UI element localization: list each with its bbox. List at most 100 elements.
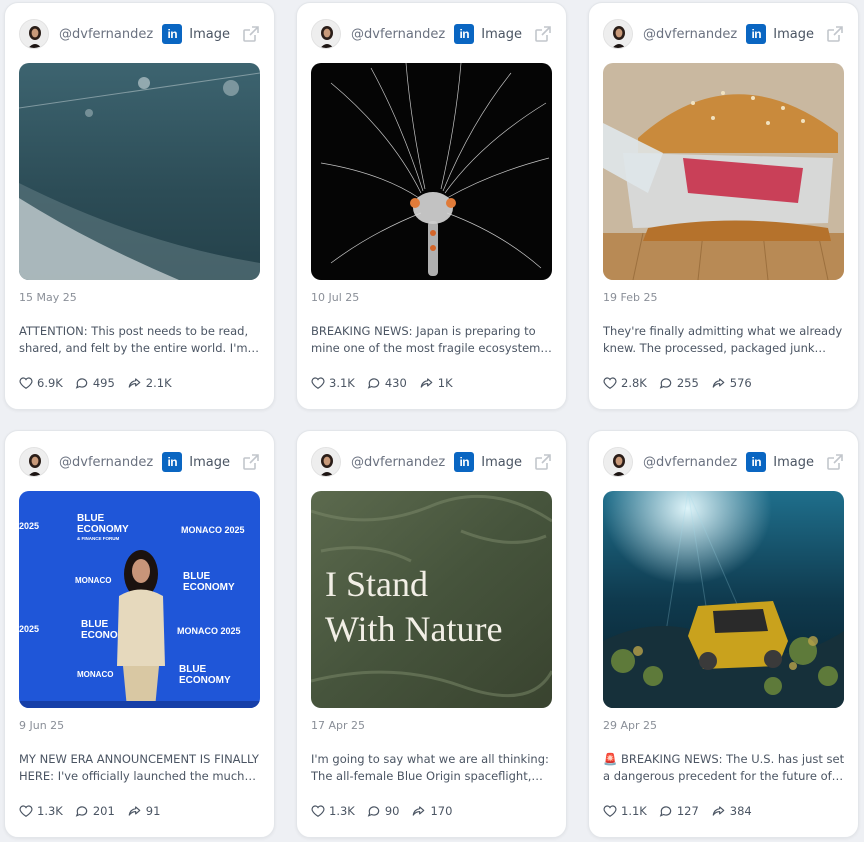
post-header: @dvfernandez in Image: [311, 445, 552, 479]
likes-count: 6.9K: [37, 376, 63, 390]
likes-stat: 3.1K: [311, 376, 355, 390]
posts-grid: @dvfernandez in Image 15 May 25 ATTENTIO…: [4, 2, 859, 838]
post-header: @dvfernandez in Image: [311, 17, 552, 51]
author-handle[interactable]: @dvfernandez: [351, 27, 445, 42]
external-link-icon[interactable]: [242, 25, 260, 43]
linkedin-icon: in: [162, 452, 183, 472]
post-card[interactable]: @dvfernandez in Image 19 Feb 25 They're …: [588, 2, 859, 410]
network-badge: in Image: [162, 452, 230, 472]
comments-count: 430: [384, 376, 407, 390]
backdrop-text: MONACO: [75, 576, 111, 585]
post-stats: 2.8K 255 576: [603, 376, 764, 390]
post-stats: 1.3K 90 170: [311, 804, 464, 818]
comments-count: 201: [92, 804, 115, 818]
share-icon: [128, 806, 141, 816]
post-stats: 1.1K 127 384: [603, 804, 764, 818]
network-badge: in Image: [454, 452, 522, 472]
comments-count: 127: [676, 804, 699, 818]
author-handle[interactable]: @dvfernandez: [59, 455, 153, 470]
post-image[interactable]: [603, 63, 844, 280]
post-image[interactable]: BLUE ECONOMY & FINANCE FORUM MONACO 2025…: [19, 491, 260, 708]
share-icon: [420, 378, 433, 388]
shares-stat: 170: [411, 804, 452, 818]
post-caption[interactable]: 🚨 BREAKING NEWS: The U.S. has just set a…: [603, 751, 847, 785]
post-caption[interactable]: BREAKING NEWS: Japan is preparing to min…: [311, 323, 555, 357]
backdrop-text: & FINANCE FORUM: [77, 536, 119, 541]
post-caption[interactable]: I'm going to say what we are all thinkin…: [311, 751, 555, 785]
post-image[interactable]: [603, 491, 844, 708]
linkedin-icon: in: [162, 24, 183, 44]
post-type-label: Image: [773, 26, 814, 42]
shares-count: 2.1K: [145, 376, 172, 390]
avatar[interactable]: [603, 19, 633, 49]
post-caption[interactable]: ATTENTION: This post needs to be read, s…: [19, 323, 263, 357]
comments-stat: 90: [367, 804, 400, 818]
backdrop-text: MONACO 2025: [177, 626, 241, 636]
external-link-icon[interactable]: [826, 453, 844, 471]
avatar[interactable]: [603, 447, 633, 477]
share-icon: [712, 378, 725, 388]
comments-stat: 255: [659, 376, 699, 390]
comments-count: 495: [92, 376, 115, 390]
heart-icon: [19, 377, 33, 389]
external-link-icon[interactable]: [826, 25, 844, 43]
comments-stat: 127: [659, 804, 699, 818]
backdrop-text: 2025: [19, 624, 39, 634]
backdrop-text: ECONOMY: [179, 675, 231, 686]
linkedin-icon: in: [746, 24, 767, 44]
comments-stat: 495: [75, 376, 115, 390]
likes-stat: 2.8K: [603, 376, 647, 390]
backdrop-text: MONACO 2025: [181, 525, 245, 535]
post-image[interactable]: [311, 63, 552, 280]
likes-stat: 1.1K: [603, 804, 647, 818]
post-card[interactable]: @dvfernandez in Image 15 May 25 ATTENTIO…: [4, 2, 275, 410]
shares-stat: 91: [127, 804, 161, 818]
post-date: 10 Jul 25: [311, 291, 360, 304]
external-link-icon[interactable]: [534, 453, 552, 471]
author-handle[interactable]: @dvfernandez: [643, 27, 737, 42]
likes-count: 1.3K: [37, 804, 63, 818]
shares-count: 91: [145, 804, 161, 818]
author-handle[interactable]: @dvfernandez: [351, 455, 445, 470]
likes-stat: 1.3K: [311, 804, 355, 818]
backdrop-text: ECONOMY: [183, 582, 235, 593]
external-link-icon[interactable]: [534, 25, 552, 43]
post-image[interactable]: I Stand With Nature: [311, 491, 552, 708]
avatar[interactable]: [19, 447, 49, 477]
post-caption[interactable]: They're finally admitting what we alread…: [603, 323, 847, 357]
post-stats: 1.3K 201 91: [19, 804, 172, 818]
post-card[interactable]: @dvfernandez in Image I Stand With Natur…: [296, 430, 567, 838]
post-date: 15 May 25: [19, 291, 77, 304]
backdrop-text: BLUE: [183, 571, 211, 582]
avatar[interactable]: [311, 19, 341, 49]
heart-icon: [311, 805, 325, 817]
likes-count: 3.1K: [329, 376, 355, 390]
post-header: @dvfernandez in Image: [603, 17, 844, 51]
avatar[interactable]: [311, 447, 341, 477]
comment-icon: [75, 806, 88, 817]
post-header: @dvfernandez in Image: [19, 17, 260, 51]
post-stats: 6.9K 495 2.1K: [19, 376, 184, 390]
comment-icon: [75, 378, 88, 389]
post-image[interactable]: [19, 63, 260, 280]
comments-count: 90: [384, 804, 400, 818]
likes-count: 1.1K: [621, 804, 647, 818]
author-handle[interactable]: @dvfernandez: [59, 27, 153, 42]
image-text-line1: I Stand: [325, 564, 428, 604]
post-caption[interactable]: MY NEW ERA ANNOUNCEMENT IS FINALLY HERE:…: [19, 751, 263, 785]
post-card[interactable]: @dvfernandez in Image: [296, 2, 567, 410]
heart-icon: [311, 377, 325, 389]
comment-icon: [659, 378, 672, 389]
share-icon: [128, 378, 141, 388]
author-handle[interactable]: @dvfernandez: [643, 455, 737, 470]
avatar[interactable]: [19, 19, 49, 49]
external-link-icon[interactable]: [242, 453, 260, 471]
post-date: 29 Apr 25: [603, 719, 658, 732]
likes-count: 2.8K: [621, 376, 647, 390]
post-card[interactable]: @dvfernandez in Image BLUE ECONOMY & FIN…: [4, 430, 275, 838]
post-date: 19 Feb 25: [603, 291, 658, 304]
post-card[interactable]: @dvfernandez in Image: [588, 430, 859, 838]
backdrop-text: BLUE: [179, 664, 207, 675]
likes-stat: 1.3K: [19, 804, 63, 818]
shares-stat: 384: [711, 804, 752, 818]
